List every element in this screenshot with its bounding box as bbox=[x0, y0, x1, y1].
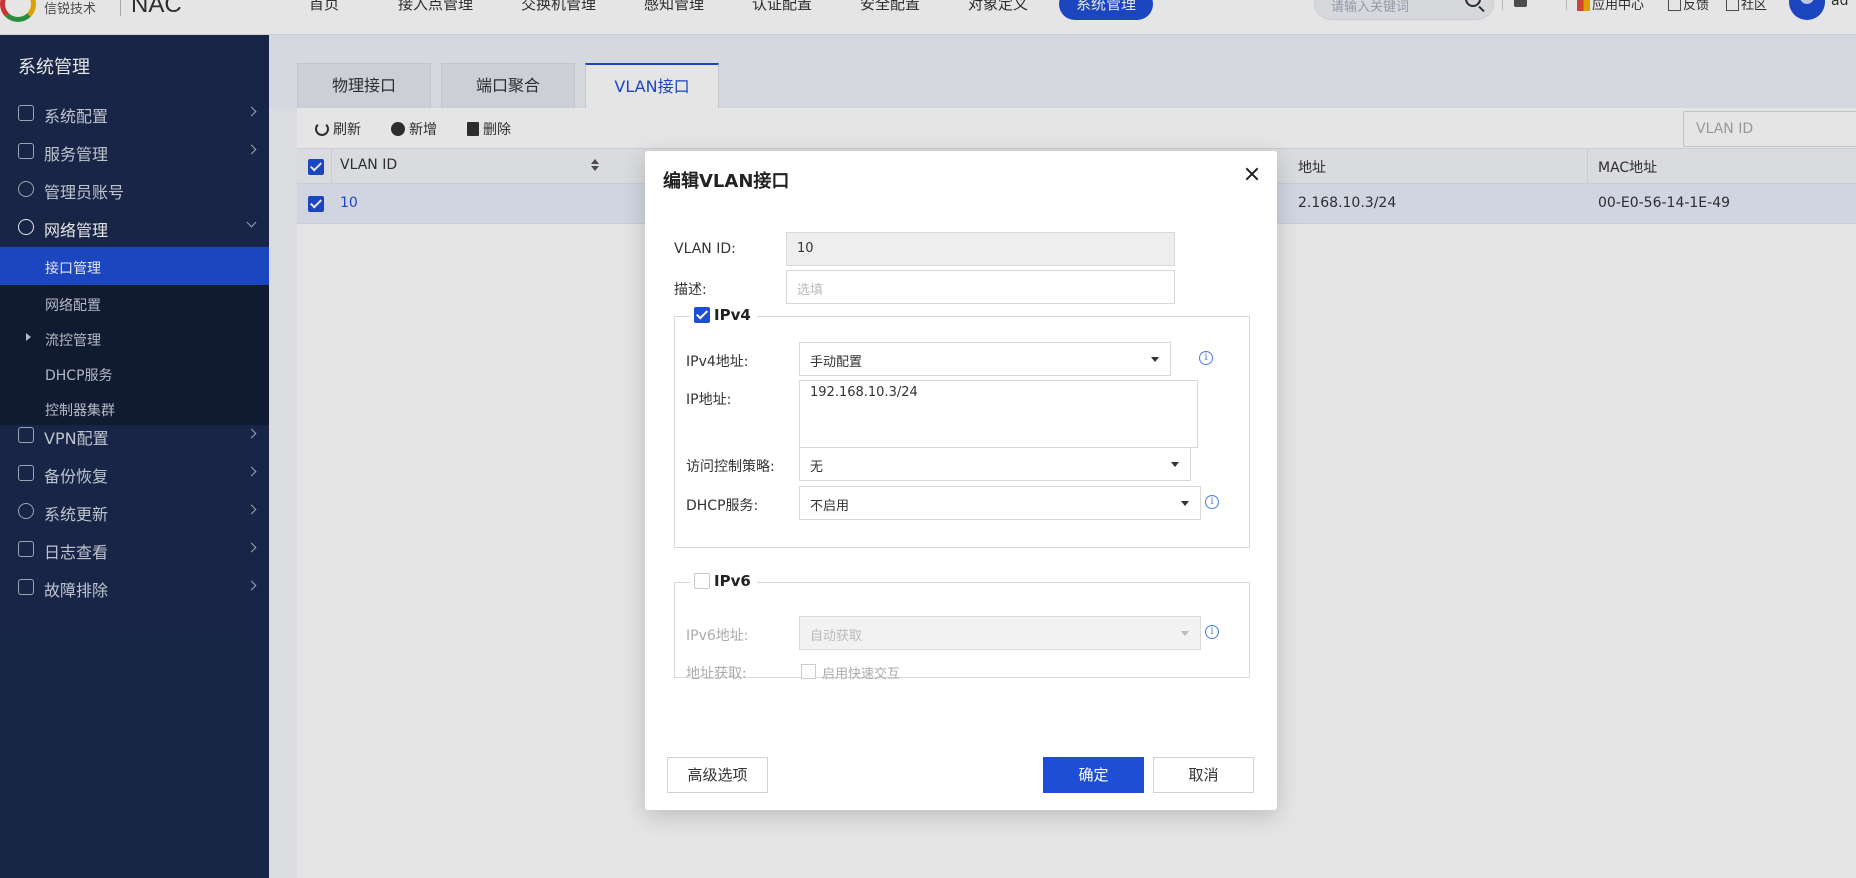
vlan-id-label: VLAN ID: bbox=[674, 241, 736, 257]
cancel-button[interactable]: 取消 bbox=[1153, 757, 1254, 793]
info-icon[interactable]: i bbox=[1199, 351, 1213, 365]
fast-interaction-checkbox bbox=[801, 664, 816, 679]
confirm-button[interactable]: 确定 bbox=[1043, 757, 1144, 793]
info-icon[interactable]: i bbox=[1205, 495, 1219, 509]
dhcp-service-label: DHCP服务: bbox=[686, 498, 759, 514]
ipv6-address-label: IPv6地址: bbox=[686, 628, 749, 644]
ipv4-address-label: IPv4地址: bbox=[686, 354, 749, 370]
dhcp-service-select[interactable]: 不启用 bbox=[799, 486, 1201, 520]
description-label: 描述: bbox=[674, 282, 707, 298]
address-acquire-label: 地址获取: bbox=[686, 666, 747, 682]
close-icon[interactable] bbox=[1240, 163, 1264, 187]
chevron-down-icon bbox=[1181, 631, 1189, 636]
ipv4-checkbox[interactable] bbox=[694, 307, 710, 323]
fast-interaction-label: 启用快速交互 bbox=[822, 667, 901, 682]
chevron-down-icon bbox=[1151, 357, 1159, 362]
advanced-options-button[interactable]: 高级选项 bbox=[667, 757, 768, 793]
ip-address-label: IP地址: bbox=[686, 392, 732, 408]
vlan-id-field: 10 bbox=[786, 232, 1175, 266]
chevron-down-icon bbox=[1171, 462, 1179, 467]
dialog-title: 编辑VLAN接口 bbox=[663, 171, 790, 192]
chevron-down-icon bbox=[1181, 501, 1189, 506]
ipv6-legend: IPv6 bbox=[690, 572, 757, 590]
access-control-policy-select[interactable]: 无 bbox=[799, 447, 1191, 481]
description-field[interactable]: 选填 bbox=[786, 270, 1175, 304]
ipv6-address-select: 自动获取 bbox=[799, 616, 1201, 650]
ipv4-address-select[interactable]: 手动配置 bbox=[799, 342, 1171, 376]
ip-address-textarea[interactable]: 192.168.10.3/24 bbox=[799, 380, 1198, 448]
ipv6-checkbox[interactable] bbox=[694, 573, 710, 589]
info-icon[interactable]: i bbox=[1205, 625, 1219, 639]
edit-vlan-dialog: 编辑VLAN接口 VLAN ID: 10 描述: 选填 IPv4 IPv4地址:… bbox=[645, 151, 1277, 810]
access-control-policy-label: 访问控制策略: bbox=[686, 459, 775, 475]
ipv4-legend: IPv4 bbox=[690, 306, 757, 324]
